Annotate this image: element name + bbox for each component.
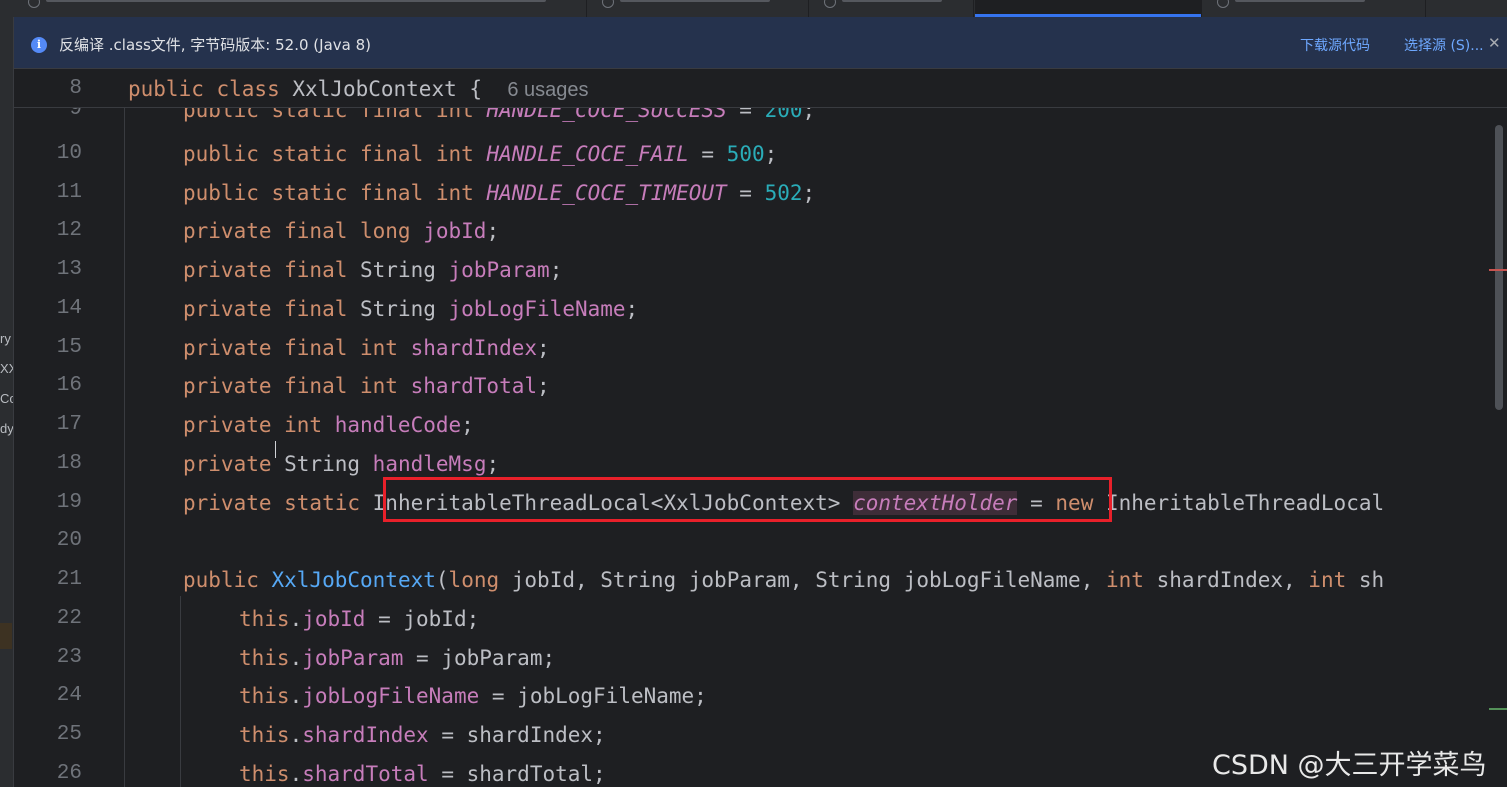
code-line-12[interactable]: 12 private final long jobId; bbox=[14, 212, 1507, 251]
editor-tab-strip bbox=[0, 0, 1507, 17]
code-line-15[interactable]: 15 private final int shardIndex; bbox=[14, 329, 1507, 368]
editor-tab[interactable] bbox=[810, 0, 974, 17]
line-number: 15 bbox=[56, 336, 82, 359]
code-text: this.jobParam = jobParam; bbox=[239, 646, 556, 670]
tab-title-cropped bbox=[842, 0, 942, 2]
line-number: 21 bbox=[56, 568, 82, 591]
file-type-icon bbox=[28, 0, 40, 8]
error-stripe-mark bbox=[1489, 269, 1507, 271]
code-line-13[interactable]: 13 private final String jobParam; bbox=[14, 251, 1507, 290]
decompiled-class-banner: i 反编译 .class文件, 字节码版本: 52.0 (Java 8) 下载源… bbox=[14, 17, 1507, 69]
code-text: public static final int HANDLE_COCE_FAIL… bbox=[183, 142, 778, 166]
line-number: 16 bbox=[56, 374, 82, 397]
editor-tab[interactable] bbox=[14, 0, 587, 17]
code-line-22[interactable]: 22 this.jobId = jobId; bbox=[14, 600, 1507, 639]
code-text: this.jobId = jobId; bbox=[239, 607, 480, 631]
download-sources-link[interactable]: 下载源代码 bbox=[1300, 35, 1370, 55]
line-number: 14 bbox=[56, 297, 82, 320]
info-icon: i bbox=[31, 37, 47, 53]
close-icon[interactable]: ✕ bbox=[1488, 34, 1501, 52]
usages-hint[interactable]: 6 usages bbox=[507, 79, 588, 101]
line-number: 8 bbox=[69, 77, 82, 100]
line-number: 20 bbox=[56, 529, 82, 552]
code-text: private final int shardTotal; bbox=[183, 374, 550, 398]
line-number: 23 bbox=[56, 646, 82, 669]
text-cursor bbox=[275, 441, 276, 458]
line-number: 24 bbox=[56, 684, 82, 707]
line-number: 19 bbox=[56, 491, 82, 514]
code-line-11[interactable]: 11 public static final int HANDLE_COCE_T… bbox=[14, 174, 1507, 213]
code-line-23[interactable]: 23 this.jobParam = jobParam; bbox=[14, 639, 1507, 678]
change-stripe-mark bbox=[1489, 708, 1507, 710]
file-type-icon bbox=[1217, 0, 1229, 8]
code-line-24[interactable]: 24 this.jobLogFileName = jobLogFileName; bbox=[14, 677, 1507, 716]
line-number: 25 bbox=[56, 723, 82, 746]
line-number: 18 bbox=[56, 452, 82, 475]
code-text: public static final int HANDLE_COCE_TIME… bbox=[183, 181, 816, 205]
code-text: this.shardIndex = shardIndex; bbox=[239, 723, 606, 747]
code-text: private final String jobLogFileName; bbox=[183, 297, 639, 321]
line-number: 17 bbox=[56, 413, 82, 436]
code-text: private final long jobId; bbox=[183, 219, 500, 243]
line-number: 11 bbox=[56, 181, 82, 204]
code-text: public XxlJobContext(long jobId, String … bbox=[183, 568, 1385, 592]
editor-tab[interactable] bbox=[588, 0, 809, 17]
code-line-9[interactable]: 9 public static final int HANDLE_COCE_SU… bbox=[14, 108, 1507, 130]
class-declaration[interactable]: public class XxlJobContext { 6 usages bbox=[128, 76, 588, 103]
tree-item-fragment: ry bbox=[0, 331, 11, 346]
line-number: 13 bbox=[56, 258, 82, 281]
code-line-10[interactable]: 10 public static final int HANDLE_COCE_F… bbox=[14, 135, 1507, 174]
tree-item-fragment: dy bbox=[0, 421, 14, 436]
code-line-16[interactable]: 16 private final int shardTotal; bbox=[14, 367, 1507, 406]
vertical-scrollbar[interactable] bbox=[1495, 125, 1503, 410]
project-panel[interactable]: ry XX Co dy bbox=[0, 17, 14, 787]
code-editor[interactable]: 9 public static final int HANDLE_COCE_SU… bbox=[14, 108, 1507, 787]
selected-tree-item-marker bbox=[0, 623, 12, 649]
line-number: 9 bbox=[69, 108, 82, 121]
editor-tab-active[interactable] bbox=[975, 0, 1202, 17]
line-number: 10 bbox=[56, 142, 82, 165]
watermark: CSDN @大三开学菜鸟 bbox=[1212, 750, 1487, 781]
editor-tab[interactable] bbox=[1203, 0, 1426, 17]
code-line-14[interactable]: 14 private final String jobLogFileName; bbox=[14, 290, 1507, 329]
code-text: this.jobLogFileName = jobLogFileName; bbox=[239, 684, 707, 708]
banner-message: 反编译 .class文件, 字节码版本: 52.0 (Java 8) bbox=[59, 36, 371, 54]
file-type-icon bbox=[602, 0, 614, 8]
code-text: private final String jobParam; bbox=[183, 258, 563, 282]
line-number: 26 bbox=[56, 762, 82, 785]
tree-item-fragment: XX bbox=[0, 361, 13, 376]
annotation-highlight-box bbox=[383, 477, 1112, 522]
file-type-icon bbox=[824, 0, 836, 8]
line-number: 12 bbox=[56, 219, 82, 242]
code-line-21[interactable]: 21 public XxlJobContext(long jobId, Stri… bbox=[14, 561, 1507, 600]
code-line-20[interactable]: 20 bbox=[14, 522, 1507, 561]
choose-sources-link[interactable]: 选择源 (S)... bbox=[1404, 35, 1484, 55]
line-number: 22 bbox=[56, 607, 82, 630]
code-text: private final int shardIndex; bbox=[183, 336, 550, 360]
code-text: private int handleCode; bbox=[183, 413, 474, 437]
code-text: this.shardTotal = shardTotal; bbox=[239, 762, 606, 786]
code-text: public static final int HANDLE_COCE_SUCC… bbox=[183, 108, 816, 122]
code-line-17[interactable]: 17 private int handleCode; bbox=[14, 406, 1507, 445]
tab-title-cropped bbox=[46, 0, 546, 2]
tab-title-cropped bbox=[620, 0, 770, 2]
tree-item-fragment: Co bbox=[0, 391, 13, 406]
tab-title-cropped bbox=[1235, 0, 1365, 2]
code-text: private String handleMsg; bbox=[183, 452, 500, 476]
sticky-scope-header[interactable]: 8 public class XxlJobContext { 6 usages bbox=[14, 69, 1507, 108]
